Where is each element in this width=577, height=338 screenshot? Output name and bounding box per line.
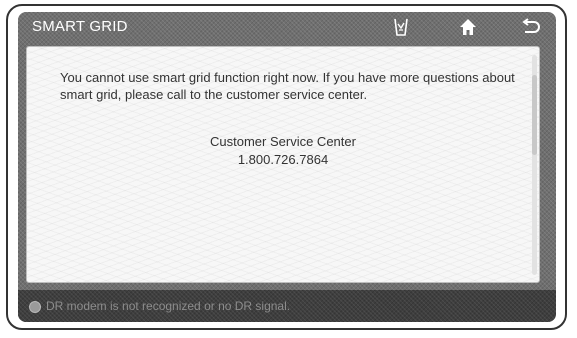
service-phone-number: 1.800.726.7864 [237,152,329,167]
back-icon[interactable] [518,15,544,39]
page-title: SMART GRID [32,18,128,35]
message-panel: You cannot use smart grid function right… [26,46,540,283]
status-indicator-icon [29,301,41,313]
customer-service-info: Customer Service Center 1.800.726.7864 [27,133,539,169]
status-text: DR modem is not recognized or no DR sign… [46,299,291,313]
clean-icon[interactable] [388,15,414,39]
error-message: You cannot use smart grid function right… [60,70,515,102]
scrollbar[interactable] [532,55,537,275]
display-screen: SMART GRID You cannot use smart grid fun… [18,12,556,322]
title-bar: SMART GRID [18,12,556,42]
scrollbar-thumb[interactable] [532,75,537,155]
status-bar: DR modem is not recognized or no DR sign… [18,290,556,322]
home-icon[interactable] [455,15,481,39]
service-center-label: Customer Service Center [210,134,356,149]
